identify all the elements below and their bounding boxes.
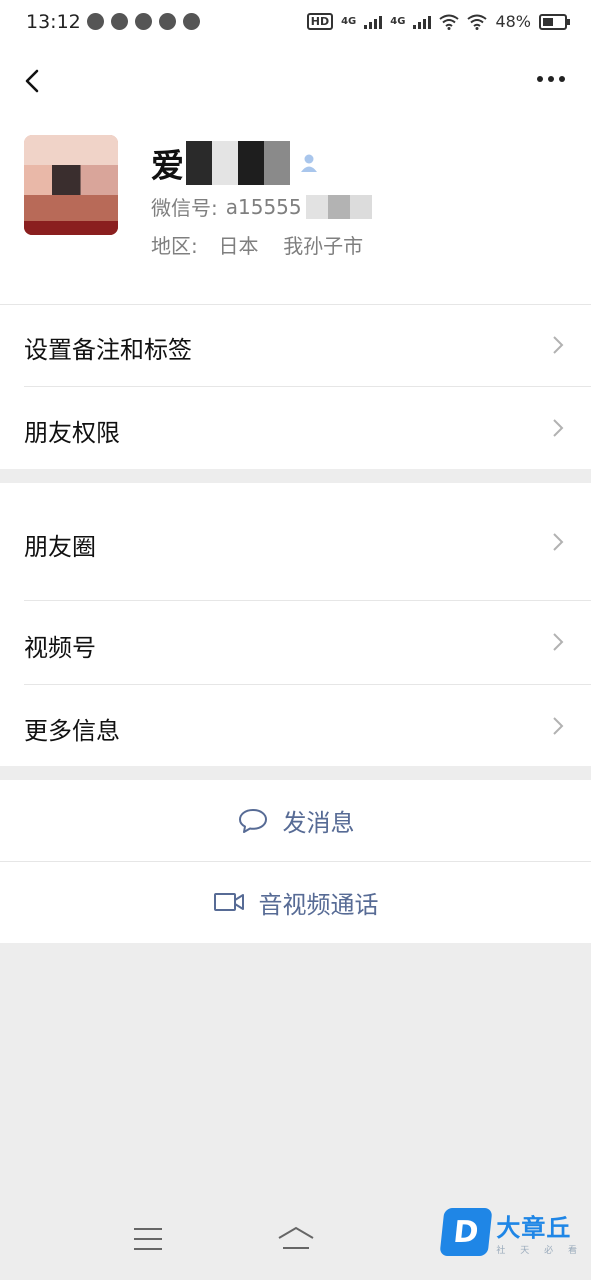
home-icon[interactable] — [276, 1224, 316, 1254]
menu-row-label: 设置备注和标签 — [24, 336, 192, 364]
network-label: 4G — [341, 15, 357, 27]
av-call-button[interactable]: 音视频通话 — [0, 861, 591, 943]
region-row: 地区: 日本 我孙子市 — [151, 230, 363, 259]
battery-percent: 48% — [495, 12, 531, 31]
menu-row-remark-tags[interactable]: 设置备注和标签 — [0, 304, 591, 386]
notification-icon — [159, 13, 176, 30]
watermark-name: 大章丘 — [496, 1214, 572, 1242]
menu-row-channels[interactable]: 视频号 — [0, 600, 591, 684]
status-indicators: HD 4G 4G 48% — [306, 12, 570, 31]
watermark-logo: D 大章丘 社 天 必 看 — [439, 1208, 583, 1256]
notification-icon — [87, 13, 104, 30]
back-arrow-icon[interactable] — [18, 66, 48, 96]
send-message-button[interactable]: 发消息 — [0, 780, 591, 861]
watermark-subtitle: 社 天 必 看 — [496, 1246, 583, 1256]
nickname-mosaic — [186, 141, 290, 185]
chevron-right-icon — [553, 717, 564, 735]
notification-icons — [87, 13, 200, 30]
menu-row-label: 更多信息 — [24, 717, 120, 745]
chevron-right-icon — [553, 533, 564, 551]
region-country: 日本 — [218, 234, 259, 258]
video-camera-icon — [213, 893, 244, 911]
menu-icon[interactable] — [134, 1228, 162, 1258]
profile-header: 爱 微信号: a15555 地区: 日本 我孙子市 — [0, 46, 591, 304]
chevron-right-icon — [553, 419, 564, 437]
chevron-right-icon — [553, 633, 564, 651]
system-nav-bar: D 大章丘 社 天 必 看 — [0, 1204, 591, 1280]
person-icon — [301, 154, 317, 172]
chat-bubble-icon — [238, 808, 267, 833]
wechat-id-label: 微信号: — [151, 196, 218, 220]
menu-row-label: 朋友权限 — [24, 419, 120, 447]
nickname: 爱 — [151, 138, 320, 188]
wechat-id-value: a15555 — [225, 194, 302, 219]
signal-icon — [364, 15, 383, 29]
menu-row-friend-permissions[interactable]: 朋友权限 — [0, 386, 591, 469]
chevron-right-icon — [553, 336, 564, 354]
region-label: 地区: — [151, 234, 198, 258]
send-message-label: 发消息 — [282, 809, 355, 837]
network-label: 4G — [390, 15, 406, 27]
status-time: 13:12 — [26, 11, 81, 33]
wifi-icon — [467, 14, 488, 30]
notification-icon — [135, 13, 152, 30]
notification-icon — [183, 13, 200, 30]
menu-row-label: 朋友圈 — [24, 533, 96, 561]
region-city: 我孙子市 — [283, 234, 364, 258]
battery-icon — [539, 13, 570, 30]
nickname-text: 爱 — [151, 146, 184, 185]
menu-row-more-info[interactable]: 更多信息 — [0, 684, 591, 766]
wechat-id-row: 微信号: a15555 — [151, 192, 372, 221]
notification-icon — [111, 13, 128, 30]
status-bar: 13:12 HD 4G 4G 48% — [0, 0, 591, 46]
avatar[interactable] — [24, 135, 118, 235]
wechat-id-mosaic — [305, 194, 372, 219]
av-call-label: 音视频通话 — [258, 890, 379, 919]
menu-row-moments[interactable]: 朋友圈 — [0, 483, 591, 600]
more-dots-icon[interactable] — [537, 76, 565, 82]
watermark-logo-mark: D — [439, 1208, 493, 1256]
menu-row-label: 视频号 — [24, 634, 96, 662]
signal-icon — [413, 15, 432, 29]
hd-badge: HD — [306, 13, 334, 30]
wifi-icon — [439, 14, 460, 30]
